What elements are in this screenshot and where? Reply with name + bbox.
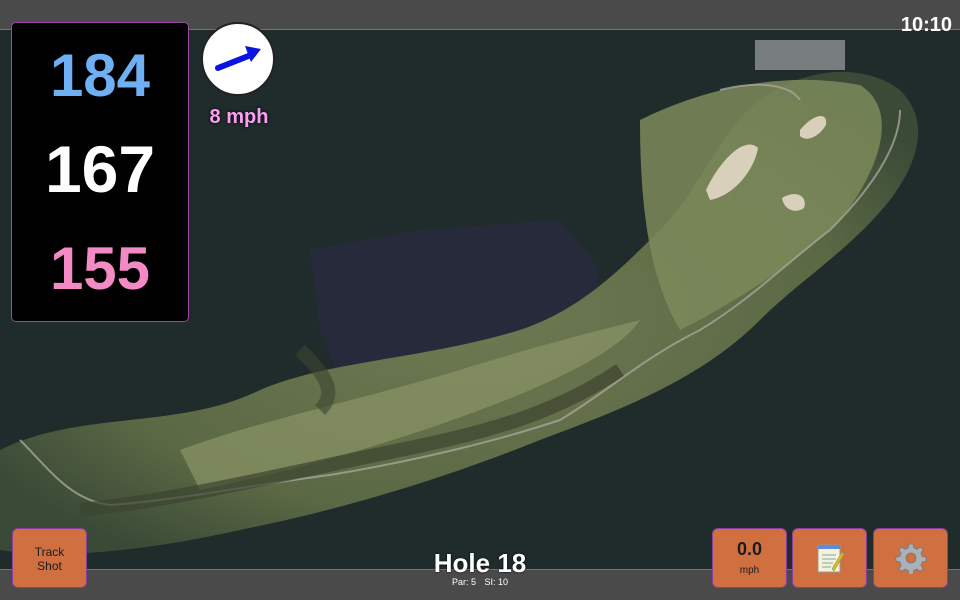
wind-speed: 8 mph <box>209 106 269 128</box>
distance-back: 184 <box>49 42 151 109</box>
hole-title: Hole 18 <box>433 548 527 578</box>
distance-middle: 167 <box>44 132 156 206</box>
speed-button[interactable]: 0.0 mph <box>712 528 787 588</box>
wind-indicator <box>201 22 275 96</box>
distance-front: 155 <box>49 235 151 302</box>
speed-value: 0.0 <box>736 539 763 559</box>
hole-par: Par: 5 <box>451 577 476 587</box>
notepad-icon <box>817 544 844 573</box>
clock: 10:10 <box>900 14 952 36</box>
track-shot-button[interactable]: Track Shot <box>12 528 87 588</box>
notes-button[interactable] <box>792 528 867 588</box>
hole-stroke-index: SI: 10 <box>484 577 509 587</box>
hole-info: Par: 5 SI: 10 <box>380 577 580 587</box>
distance-panel: 184 167 155 <box>11 22 189 322</box>
gear-icon <box>894 543 927 574</box>
track-shot-label: Track Shot <box>34 545 65 573</box>
settings-button[interactable] <box>873 528 948 588</box>
wind-direction-arrow-icon <box>215 46 261 71</box>
speed-unit: mph <box>739 565 760 576</box>
